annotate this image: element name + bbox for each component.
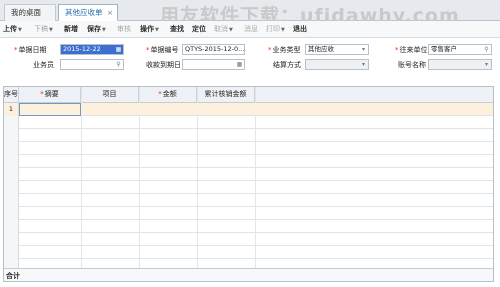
table-row[interactable]	[4, 155, 493, 168]
partner-label: *往来单位	[395, 46, 428, 54]
locate-button[interactable]: 定位	[192, 24, 206, 34]
document-header-form: *单据日期 2015-12-22 ▦ *单据编号 QTYS-2015-12-0..…	[0, 38, 500, 82]
summary-cell[interactable]	[19, 103, 81, 116]
row-number	[4, 207, 19, 220]
row-number	[4, 246, 19, 259]
biz-type-value: 其他应收	[308, 45, 334, 53]
table-row[interactable]	[4, 116, 493, 129]
row-number	[4, 116, 19, 129]
find-button[interactable]: 查找	[170, 24, 184, 34]
doc-date-value: 2015-12-22	[63, 45, 101, 53]
upload-label: 上传	[3, 25, 17, 33]
doc-date-field[interactable]: 2015-12-22 ▦	[60, 44, 124, 55]
row-number	[4, 233, 19, 246]
operate-label: 操作	[140, 25, 154, 33]
chevron-down-icon: ▼	[281, 27, 285, 33]
close-icon[interactable]: ×	[107, 5, 113, 21]
salesman-field[interactable]: ⚲	[60, 59, 124, 70]
grid-header: 序号 *摘要 项目 *金额 累计核销金额	[4, 87, 493, 103]
audit-button[interactable]: 审核	[117, 24, 131, 34]
settle-select[interactable]: ▾	[305, 59, 369, 70]
save-button[interactable]: 保存▼	[87, 24, 106, 34]
total-label: 合计	[6, 272, 20, 280]
calendar-icon[interactable]: ▦	[236, 61, 243, 68]
table-row[interactable]	[4, 181, 493, 194]
chevron-down-icon[interactable]: ▾	[360, 61, 367, 68]
chevron-down-icon: ▼	[18, 27, 22, 33]
due-date-field[interactable]: ▦	[182, 59, 245, 70]
table-row[interactable]	[4, 129, 493, 142]
account-label: 账号名称	[398, 61, 426, 69]
download-button[interactable]: 下稿▼	[34, 24, 53, 34]
download-label: 下稿	[34, 25, 48, 33]
message-button[interactable]: 消息	[244, 24, 258, 34]
chevron-down-icon[interactable]: ▾	[360, 46, 367, 53]
detail-grid: 序号 *摘要 项目 *金额 累计核销金额 1 合计	[3, 86, 494, 282]
chevron-down-icon: ▼	[49, 27, 53, 33]
unaudit-label: 取消	[214, 25, 228, 33]
print-label: 打印	[266, 25, 280, 33]
print-button[interactable]: 打印▼	[266, 24, 285, 34]
chevron-down-icon[interactable]: ▾	[483, 61, 490, 68]
tab-other-receivable[interactable]: 其他应收单 ×	[58, 4, 118, 21]
chevron-down-icon: ▼	[229, 27, 233, 33]
chevron-down-icon: ▼	[102, 27, 106, 33]
due-date-label: 收款到期日	[146, 61, 181, 69]
doc-no-value: QTYS-2015-12-0...	[185, 45, 245, 53]
chevron-down-icon: ▼	[155, 27, 159, 33]
table-row[interactable]	[4, 233, 493, 246]
doc-no-field[interactable]: QTYS-2015-12-0...	[182, 44, 245, 55]
toolbar: 上传▼ 下稿▼ 新增 保存▼ 审核 操作▼ 查找 定位 取消▼ 消息 打印▼ 退…	[0, 21, 500, 38]
unaudit-button[interactable]: 取消▼	[214, 24, 233, 34]
partner-field[interactable]: 零售客户 ⚲	[428, 44, 492, 55]
search-icon[interactable]: ⚲	[115, 61, 122, 68]
table-row[interactable]	[4, 142, 493, 155]
tab-bar: 我的桌面 其他应收单 × 用友软件下载：ufidawhy.com	[0, 0, 500, 27]
search-icon[interactable]: ⚲	[483, 46, 490, 53]
doc-no-label: *单据编号	[146, 46, 179, 54]
grid-footer: 合计	[4, 268, 493, 281]
biz-type-label: *业务类型	[268, 46, 301, 54]
operate-button[interactable]: 操作▼	[140, 24, 159, 34]
row-number: 1	[4, 103, 19, 116]
col-header-written-off[interactable]: 累计核销金额	[197, 87, 255, 103]
col-header-summary[interactable]: *摘要	[19, 87, 81, 103]
row-number	[4, 194, 19, 207]
calendar-icon[interactable]: ▦	[115, 46, 122, 53]
exit-button[interactable]: 退出	[293, 24, 307, 34]
row-number	[4, 181, 19, 194]
tab-label: 我的桌面	[11, 8, 41, 17]
tab-label: 其他应收单	[65, 8, 103, 17]
doc-date-label: *单据日期	[14, 46, 47, 54]
table-row[interactable]: 1	[4, 103, 493, 116]
row-number	[4, 220, 19, 233]
add-button[interactable]: 新增	[64, 24, 78, 34]
row-number	[4, 168, 19, 181]
account-select[interactable]: ▾	[428, 59, 492, 70]
table-row[interactable]	[4, 168, 493, 181]
settle-label: 结算方式	[273, 61, 301, 69]
col-header-item[interactable]: 项目	[81, 87, 139, 103]
row-number	[4, 129, 19, 142]
save-label: 保存	[87, 25, 101, 33]
upload-button[interactable]: 上传▼	[3, 24, 22, 34]
salesman-label: 业务员	[33, 61, 54, 69]
biz-type-select[interactable]: 其他应收 ▾	[305, 44, 369, 55]
partner-value: 零售客户	[431, 45, 457, 53]
table-row[interactable]	[4, 220, 493, 233]
col-header-no: 序号	[4, 87, 19, 103]
table-row[interactable]	[4, 207, 493, 220]
col-header-amount[interactable]: *金额	[139, 87, 197, 103]
row-number	[4, 142, 19, 155]
table-row[interactable]	[4, 246, 493, 259]
row-number	[4, 155, 19, 168]
table-row[interactable]	[4, 194, 493, 207]
tab-my-desktop[interactable]: 我的桌面	[4, 4, 56, 21]
